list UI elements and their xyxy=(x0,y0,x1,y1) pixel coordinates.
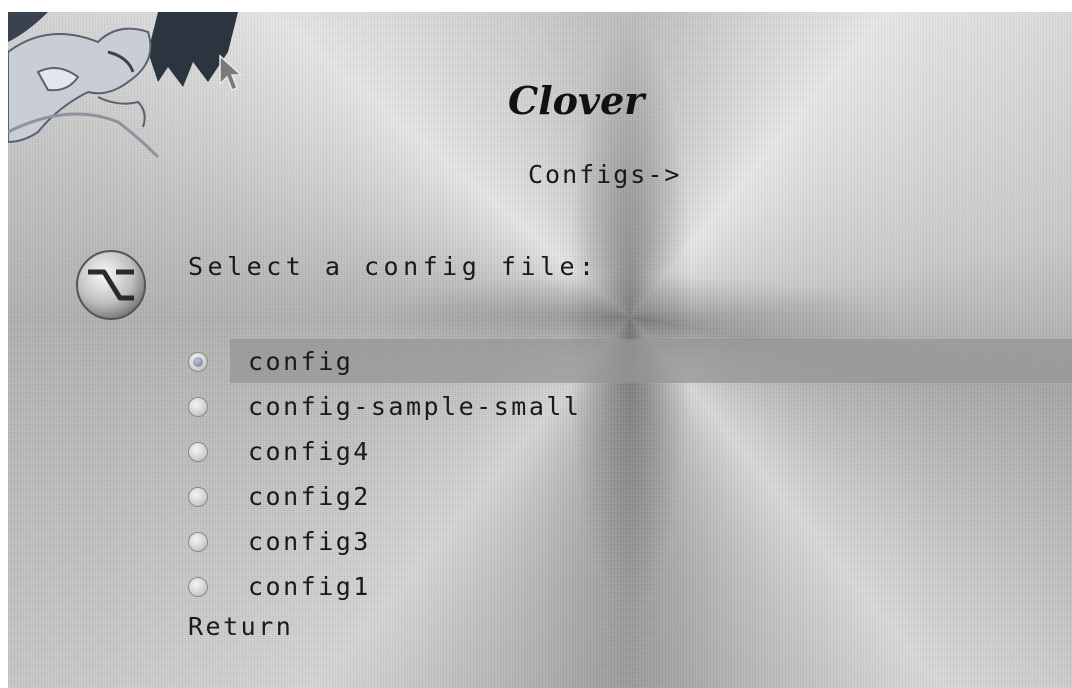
option-label: config2 xyxy=(248,482,371,511)
mouse-pointer-icon xyxy=(219,54,243,91)
option-config-sample-small[interactable]: config-sample-small xyxy=(180,384,1072,429)
option-label: config1 xyxy=(248,572,371,601)
radio-icon[interactable] xyxy=(188,576,208,597)
radio-icon[interactable] xyxy=(188,351,208,372)
option-config1[interactable]: config1 xyxy=(180,564,1072,609)
option-config[interactable]: config xyxy=(180,339,1072,384)
option-config4[interactable]: config4 xyxy=(180,429,1072,474)
clover-boot-screen: Clover Configs-> Select a config file: c… xyxy=(8,12,1072,688)
radio-icon[interactable] xyxy=(188,531,208,552)
option-config3[interactable]: config3 xyxy=(180,519,1072,564)
option-label: config3 xyxy=(248,527,371,556)
radio-icon[interactable] xyxy=(188,441,208,462)
option-label: config4 xyxy=(248,437,371,466)
config-options-list: config config-sample-small config4 confi… xyxy=(180,339,1072,609)
option-label: config-sample-small xyxy=(248,392,582,421)
selection-highlight xyxy=(230,339,1072,383)
app-title: Clover xyxy=(508,78,645,123)
radio-icon[interactable] xyxy=(188,396,208,417)
radio-icon[interactable] xyxy=(188,486,208,507)
return-button[interactable]: Return xyxy=(188,612,293,641)
prompt-text: Select a config file: xyxy=(188,252,599,281)
dragon-logo xyxy=(8,12,238,159)
breadcrumb: Configs-> xyxy=(528,160,682,189)
option-label: config xyxy=(248,347,354,376)
option-config2[interactable]: config2 xyxy=(180,474,1072,519)
options-switch-icon xyxy=(76,250,146,320)
